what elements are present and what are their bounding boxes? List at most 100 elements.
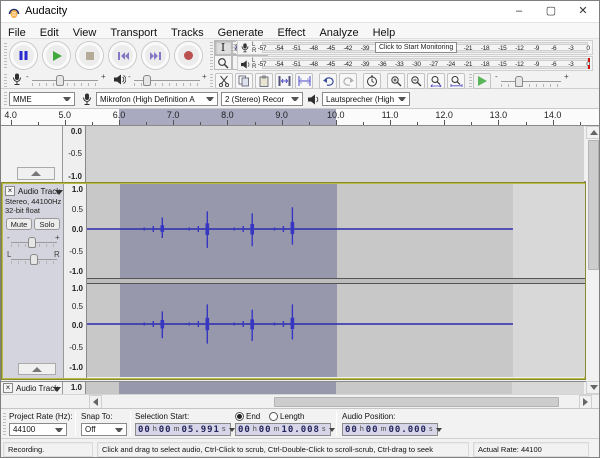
mute-button[interactable]: Mute: [6, 218, 32, 230]
tools-grip[interactable]: [210, 42, 213, 70]
output-volume-thumb[interactable]: [143, 75, 151, 86]
track-3-vertical-ruler[interactable]: 1.0: [63, 382, 86, 394]
horizontal-scrollbar[interactable]: [1, 394, 600, 408]
cut-button[interactable]: [215, 73, 233, 89]
playback-device-dropdown[interactable]: Lautsprecher (High Definitio: [322, 92, 410, 106]
scroll-down-button[interactable]: [586, 381, 600, 394]
stop-button[interactable]: [76, 42, 103, 69]
track-2-menu-arrow-icon[interactable]: [55, 190, 63, 195]
track-2-channel-left[interactable]: [87, 184, 585, 278]
pan-slider-thumb[interactable]: [30, 254, 38, 265]
track-2-collapse-button[interactable]: [18, 363, 56, 375]
selection-end-field[interactable]: 00h00m10.008s: [235, 423, 331, 436]
menu-file[interactable]: File: [1, 26, 33, 40]
vertical-scrollbar[interactable]: [586, 126, 600, 394]
fit-selection-button[interactable]: [427, 73, 445, 89]
track-1: 0.0-0.5-1.0: [1, 126, 586, 182]
paste-button[interactable]: [255, 73, 273, 89]
play-button[interactable]: [43, 42, 70, 69]
selbar-grip[interactable]: [3, 413, 6, 435]
input-volume-thumb[interactable]: [56, 75, 64, 86]
track-3-close-button[interactable]: ×: [3, 383, 13, 393]
track-1-content[interactable]: [86, 126, 584, 182]
zoom-tool-button[interactable]: [214, 55, 232, 70]
menu-help[interactable]: Help: [366, 26, 403, 40]
play-at-speed-button[interactable]: [473, 73, 491, 89]
time-format-arrow-icon[interactable]: [436, 428, 442, 432]
track-2-panel[interactable]: × Audio Track Stereo, 44100Hz 32-bit flo…: [3, 184, 64, 378]
track-3-panel[interactable]: × Audio Track: [1, 382, 63, 394]
track-3-name[interactable]: Audio Track: [16, 384, 58, 393]
end-radio-label: End: [246, 412, 260, 421]
end-radio[interactable]: End: [235, 412, 260, 421]
pause-button[interactable]: [10, 42, 37, 69]
copy-button[interactable]: [235, 73, 253, 89]
ruler-amplitude-label: 0.5: [72, 302, 83, 311]
playback-meter[interactable]: L R -57-54-51-48-45-42-39-36-33-30-27-24…: [237, 56, 593, 71]
zoom-out-button[interactable]: [407, 73, 425, 89]
track-2-channel-right[interactable]: [87, 284, 585, 377]
menu-tracks[interactable]: Tracks: [164, 26, 211, 40]
play-icon: [51, 50, 63, 62]
gain-slider-thumb[interactable]: [28, 237, 36, 248]
vertical-scroll-thumb[interactable]: [588, 140, 599, 270]
menu-generate[interactable]: Generate: [211, 26, 271, 40]
audio-position-field[interactable]: 00h00m00.000s: [342, 423, 438, 436]
close-button[interactable]: ✕: [567, 1, 599, 22]
selection-tool-button[interactable]: I: [214, 40, 232, 55]
horizontal-scroll-thumb[interactable]: [274, 397, 559, 407]
menu-transport[interactable]: Transport: [103, 26, 164, 40]
recording-meter-grip[interactable]: [233, 41, 236, 54]
project-rate-dropdown[interactable]: 44100: [9, 423, 67, 436]
track-3-content[interactable]: [86, 382, 584, 394]
fit-project-button[interactable]: [447, 73, 465, 89]
scroll-up-button[interactable]: [586, 126, 600, 139]
track-2-vertical-ruler[interactable]: 1.00.50.0-0.5-1.01.00.50.0-0.5-1.0: [64, 184, 87, 378]
snap-to-dropdown[interactable]: Off: [81, 423, 127, 436]
zoom-in-button[interactable]: [387, 73, 405, 89]
track-1-collapse-button[interactable]: [17, 167, 55, 180]
undo-button[interactable]: [319, 73, 337, 89]
minimize-button[interactable]: –: [503, 1, 535, 22]
speed-slider-thumb[interactable]: [515, 76, 523, 87]
track-2-close-button[interactable]: ×: [5, 186, 15, 196]
silence-audio-button[interactable]: [295, 73, 313, 89]
recording-channels-dropdown[interactable]: 2 (Stereo) Recor: [221, 92, 303, 106]
track-3-menu-arrow-icon[interactable]: [53, 387, 61, 392]
scroll-right-button[interactable]: [579, 395, 592, 409]
menu-view[interactable]: View: [66, 26, 104, 40]
timeline-tick: [92, 122, 93, 125]
time-format-arrow-icon[interactable]: [329, 428, 335, 432]
record-button[interactable]: [175, 42, 202, 69]
input-volume-slider[interactable]: [32, 80, 98, 81]
solo-button[interactable]: Solo: [34, 218, 60, 230]
timeline-ruler[interactable]: 4.05.06.07.08.09.010.011.012.013.014.0: [1, 109, 599, 126]
maximize-button[interactable]: ▢: [535, 1, 567, 22]
transport-grip[interactable]: [4, 43, 7, 69]
zoom-out-icon: [410, 75, 422, 87]
mixer-grip[interactable]: [4, 74, 7, 87]
length-radio[interactable]: Length: [269, 412, 304, 421]
menu-edit[interactable]: Edit: [33, 26, 66, 40]
skip-start-button[interactable]: [109, 42, 136, 69]
selection-start-field[interactable]: 00h00m05.991s: [135, 423, 231, 436]
transcription-grip[interactable]: [469, 74, 472, 88]
menu-analyze[interactable]: Analyze: [312, 26, 365, 40]
speed-slider[interactable]: [501, 81, 561, 82]
track-1-panel[interactable]: [1, 126, 63, 182]
track-2-name[interactable]: Audio Track: [18, 187, 60, 196]
menu-effect[interactable]: Effect: [271, 26, 313, 40]
recording-device-dropdown[interactable]: Mikrofon (High Definition A: [96, 92, 218, 106]
recording-meter[interactable]: L R -57-54-51-48-45-42-39-36-33-30-27-24…: [237, 40, 593, 55]
skip-end-button[interactable]: [142, 42, 169, 69]
trim-audio-button[interactable]: [275, 73, 293, 89]
redo-button[interactable]: [339, 73, 357, 89]
pause-icon: [18, 50, 29, 61]
monitor-tooltip[interactable]: Click to Start Monitoring: [375, 42, 457, 53]
track-1-vertical-ruler[interactable]: 0.0-0.5-1.0: [63, 126, 86, 182]
scroll-left-button[interactable]: [89, 395, 102, 409]
device-grip[interactable]: [4, 92, 7, 106]
audio-host-dropdown[interactable]: MME: [9, 92, 75, 106]
edit-grip[interactable]: [210, 74, 213, 88]
sync-lock-button[interactable]: [363, 73, 381, 89]
